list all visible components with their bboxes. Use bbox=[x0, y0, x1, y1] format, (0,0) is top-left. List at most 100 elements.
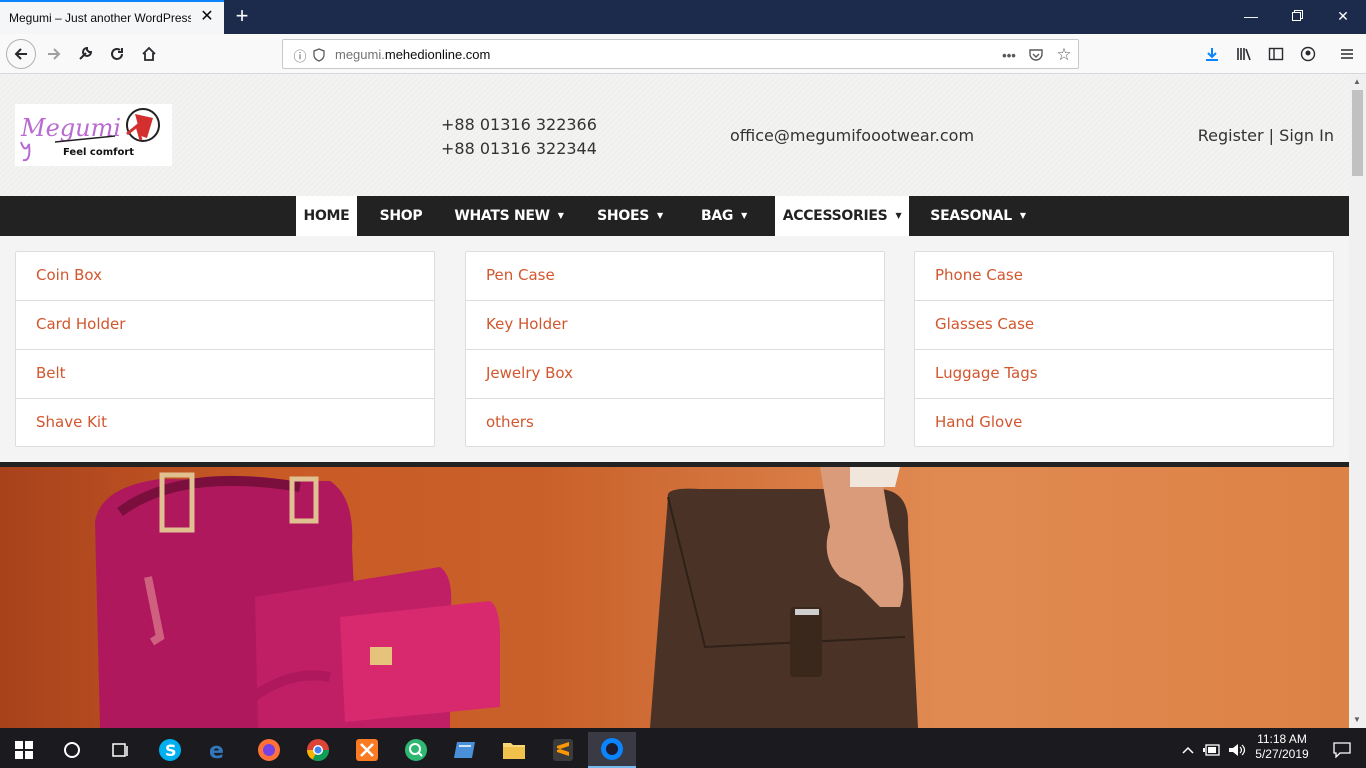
sign-in-link[interactable]: Sign In bbox=[1279, 126, 1334, 145]
restore-icon[interactable] bbox=[1274, 0, 1320, 34]
customize-icon[interactable] bbox=[71, 40, 99, 68]
browser-tab[interactable]: Megumi – Just another WordPress s ✕ bbox=[0, 0, 224, 34]
system-clock[interactable]: 11:18 AM 5/27/2019 bbox=[1254, 732, 1310, 762]
pocket-icon[interactable] bbox=[1026, 45, 1046, 65]
home-icon[interactable] bbox=[135, 40, 163, 68]
clock-date: 5/27/2019 bbox=[1255, 747, 1309, 761]
menu-whats-new[interactable]: WHATS NEW ▼ bbox=[444, 196, 574, 236]
menu-bag[interactable]: BAG ▼ bbox=[689, 196, 759, 236]
url-text[interactable]: megumi.mehedionline.com bbox=[335, 47, 490, 62]
web-page: Megumi Feel comfort +88 01316 322366 +88… bbox=[0, 75, 1349, 728]
url-bar[interactable]: ⓘ megumi.mehedionline.com ••• ☆ bbox=[282, 39, 1079, 69]
menu-link-belt[interactable]: Belt bbox=[16, 350, 434, 399]
close-tab-icon[interactable]: ✕ bbox=[198, 8, 216, 26]
file-explorer-icon[interactable] bbox=[490, 732, 538, 768]
firefox-icon[interactable] bbox=[245, 732, 293, 768]
menu-home[interactable]: HOME bbox=[296, 196, 357, 236]
windows-taskbar: S e 11:18 AM 5/27/2019 bbox=[0, 728, 1366, 768]
firefox-developer-icon[interactable] bbox=[588, 732, 636, 768]
account-separator: | bbox=[1263, 126, 1280, 145]
page-scrollbar[interactable]: ▲ ▼ bbox=[1349, 75, 1366, 728]
site-header: Megumi Feel comfort +88 01316 322366 +88… bbox=[0, 75, 1349, 196]
close-window-icon[interactable]: ✕ bbox=[1320, 0, 1366, 34]
menu-link-hand-glove[interactable]: Hand Glove bbox=[915, 399, 1333, 448]
menu-link-others[interactable]: others bbox=[466, 399, 884, 448]
menu-home-label: HOME bbox=[303, 208, 350, 224]
menu-link-card-holder[interactable]: Card Holder bbox=[16, 301, 434, 350]
menu-bag-label: BAG bbox=[701, 208, 734, 224]
menu-shop[interactable]: SHOP bbox=[368, 196, 434, 236]
menu-accessories[interactable]: ACCESSORIES ▼ bbox=[775, 196, 909, 236]
accessories-column-2: Pen Case Key Holder Jewelry Box others bbox=[465, 251, 885, 447]
forward-icon[interactable] bbox=[40, 40, 68, 68]
tab-title: Megumi – Just another WordPress s bbox=[9, 11, 191, 25]
menu-link-glasses-case[interactable]: Glasses Case bbox=[915, 301, 1333, 350]
show-hidden-icons-icon[interactable] bbox=[1176, 732, 1200, 768]
account-links: Register | Sign In bbox=[1198, 126, 1334, 145]
menu-icon[interactable] bbox=[1333, 40, 1361, 68]
accessories-dropdown: Coin Box Card Holder Belt Shave Kit Pen … bbox=[0, 236, 1349, 462]
caret-down-icon: ▼ bbox=[1019, 211, 1026, 220]
accessories-column-1: Coin Box Card Holder Belt Shave Kit bbox=[15, 251, 435, 447]
menu-link-jewelry-box[interactable]: Jewelry Box bbox=[466, 350, 884, 399]
action-center-icon[interactable] bbox=[1318, 732, 1366, 768]
caret-down-icon: ▼ bbox=[557, 211, 564, 220]
caret-down-icon: ▼ bbox=[895, 211, 902, 220]
sidebar-icon[interactable] bbox=[1262, 40, 1290, 68]
reload-icon[interactable] bbox=[103, 40, 131, 68]
window-app-icon[interactable] bbox=[441, 732, 489, 768]
search-app-icon[interactable] bbox=[392, 732, 440, 768]
edge-icon[interactable]: e bbox=[195, 732, 243, 768]
hero-banner bbox=[0, 462, 1349, 728]
menu-accessories-label: ACCESSORIES bbox=[782, 208, 888, 224]
svg-text:e: e bbox=[209, 739, 224, 762]
contact-email[interactable]: office@megumifoootwear.com bbox=[730, 126, 974, 145]
bookmark-star-icon[interactable]: ☆ bbox=[1054, 45, 1074, 65]
menu-shoes-label: SHOES bbox=[597, 208, 649, 224]
site-logo[interactable]: Megumi Feel comfort bbox=[15, 104, 172, 166]
menu-link-key-holder[interactable]: Key Holder bbox=[466, 301, 884, 350]
search-icon[interactable] bbox=[48, 732, 96, 768]
svg-text:Feel comfort: Feel comfort bbox=[63, 147, 134, 158]
minimize-icon[interactable]: — bbox=[1228, 0, 1274, 34]
task-view-icon[interactable] bbox=[96, 732, 144, 768]
back-icon[interactable] bbox=[6, 39, 36, 69]
menu-shop-label: SHOP bbox=[379, 208, 423, 224]
skype-icon[interactable]: S bbox=[146, 732, 194, 768]
menu-link-luggage-tags[interactable]: Luggage Tags bbox=[915, 350, 1333, 399]
chrome-icon[interactable] bbox=[294, 732, 342, 768]
browser-tab-bar: Megumi – Just another WordPress s ✕ + — … bbox=[0, 0, 1366, 34]
sublime-text-icon[interactable] bbox=[539, 732, 587, 768]
library-icon[interactable] bbox=[1230, 40, 1258, 68]
phone-number-2: +88 01316 322344 bbox=[441, 139, 597, 158]
windows-start-icon[interactable] bbox=[0, 732, 48, 768]
new-tab-icon[interactable]: + bbox=[230, 4, 254, 30]
svg-text:S: S bbox=[165, 741, 177, 760]
downloads-icon[interactable] bbox=[1198, 40, 1226, 68]
account-icon[interactable] bbox=[1294, 40, 1322, 68]
info-icon[interactable]: ⓘ bbox=[290, 45, 310, 65]
phone-number-1: +88 01316 322366 bbox=[441, 115, 597, 134]
volume-icon[interactable] bbox=[1225, 732, 1249, 768]
scroll-thumb[interactable] bbox=[1352, 90, 1363, 176]
page-actions-icon[interactable]: ••• bbox=[999, 45, 1019, 65]
scroll-up-icon[interactable]: ▲ bbox=[1353, 77, 1361, 86]
caret-down-icon: ▼ bbox=[741, 211, 747, 220]
menu-seasonal-label: SEASONAL bbox=[930, 208, 1012, 224]
scroll-down-icon[interactable]: ▼ bbox=[1353, 715, 1361, 724]
menu-link-shave-kit[interactable]: Shave Kit bbox=[16, 399, 434, 448]
menu-link-coin-box[interactable]: Coin Box bbox=[16, 252, 434, 301]
menu-whats-new-label: WHATS NEW bbox=[454, 208, 550, 224]
menu-seasonal[interactable]: SEASONAL ▼ bbox=[922, 196, 1034, 236]
main-navigation: HOME SHOP WHATS NEW ▼ SHOES ▼ BAG ▼ ACCESSO… bbox=[0, 196, 1349, 236]
hero-banner-image bbox=[95, 467, 918, 728]
menu-link-pen-case[interactable]: Pen Case bbox=[466, 252, 884, 301]
menu-shoes[interactable]: SHOES ▼ bbox=[588, 196, 672, 236]
battery-icon[interactable] bbox=[1200, 732, 1224, 768]
xampp-icon[interactable] bbox=[343, 732, 391, 768]
menu-link-phone-case[interactable]: Phone Case bbox=[915, 252, 1333, 301]
svg-text:Megumi: Megumi bbox=[20, 114, 121, 142]
register-link[interactable]: Register bbox=[1198, 126, 1264, 145]
clock-time: 11:18 AM bbox=[1257, 732, 1307, 746]
shield-icon[interactable] bbox=[309, 45, 329, 65]
